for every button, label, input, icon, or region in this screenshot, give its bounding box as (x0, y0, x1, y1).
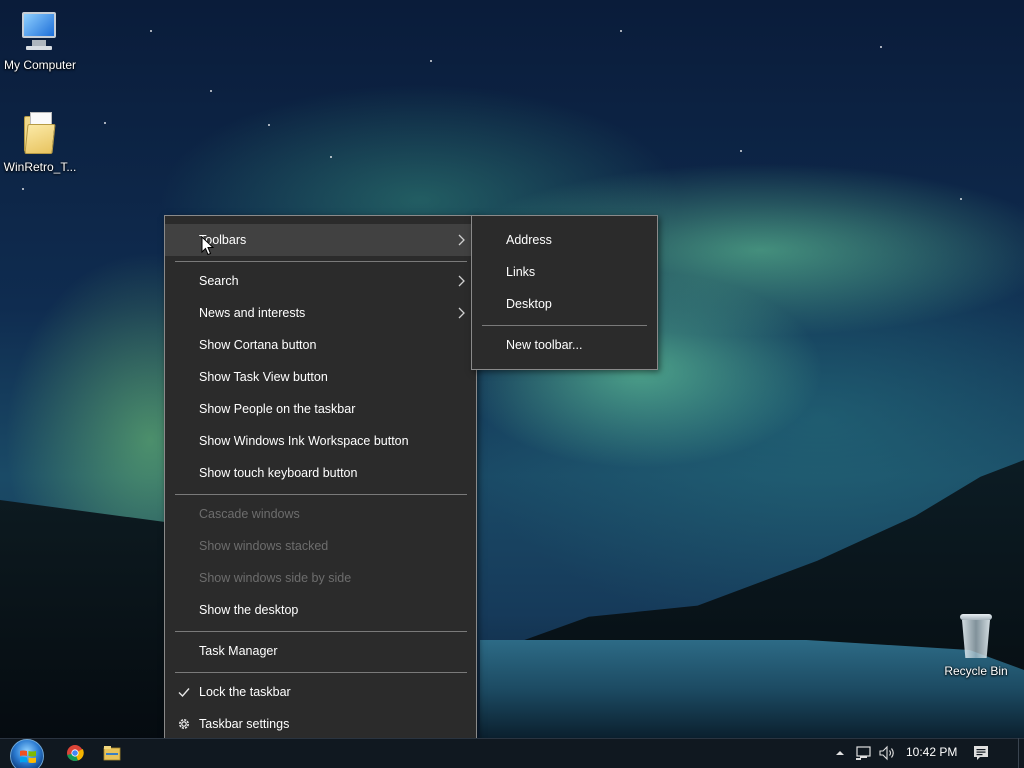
menu-item-label: Show People on the taskbar (199, 402, 356, 416)
wallpaper-star (620, 30, 622, 32)
menu-item-label: New toolbar... (506, 338, 583, 352)
menu-separator (482, 325, 647, 326)
menu-item-show-cortana-button[interactable]: Show Cortana button (165, 329, 476, 361)
menu-item-label: Taskbar settings (199, 717, 290, 731)
menu-item-label: Desktop (506, 297, 552, 311)
menu-separator (175, 672, 467, 673)
wallpaper-star (268, 124, 270, 126)
menu-item-label: Links (506, 265, 536, 279)
taskbar-clock[interactable]: 10:42 PM (906, 745, 957, 759)
menu-item-taskbar-settings[interactable]: Taskbar settings (165, 708, 476, 740)
menu-item-label: Show windows stacked (199, 539, 329, 553)
menu-item-news-and-interests[interactable]: News and interests (165, 297, 476, 329)
menu-item-label: Show touch keyboard button (199, 466, 358, 480)
show-desktop-button[interactable] (1018, 738, 1024, 768)
wallpaper-star (150, 30, 152, 32)
desktop-icon-my-computer[interactable]: My Computer (0, 10, 80, 72)
chevron-right-icon (458, 307, 465, 319)
menu-item-show-touch-keyboard[interactable]: Show touch keyboard button (165, 457, 476, 489)
wallpaper-star (104, 122, 106, 124)
wallpaper-hill-left (0, 500, 180, 740)
menu-item-task-manager[interactable]: Task Manager (165, 635, 476, 667)
menu-item-label: Show windows side by side (199, 571, 352, 585)
menu-item-lock-the-taskbar[interactable]: Lock the taskbar (165, 676, 476, 708)
chevron-right-icon (458, 275, 465, 287)
menu-item-label: Show Windows Ink Workspace button (199, 434, 409, 448)
desktop-icon-label: My Computer (3, 58, 77, 72)
wallpaper-star (330, 156, 332, 158)
menu-separator (175, 261, 467, 262)
desktop-icon-label: WinRetro_T... (3, 160, 77, 174)
menu-item-show-windows-stacked: Show windows stacked (165, 530, 476, 562)
submenu-item-desktop[interactable]: Desktop (472, 288, 657, 320)
wallpaper-star (210, 90, 212, 92)
computer-icon (18, 10, 62, 54)
wallpaper-star (960, 198, 962, 200)
menu-item-cascade-windows: Cascade windows (165, 498, 476, 530)
menu-item-label: Show Task View button (199, 370, 328, 384)
menu-item-show-windows-ink[interactable]: Show Windows Ink Workspace button (165, 425, 476, 457)
menu-item-show-task-view-button[interactable]: Show Task View button (165, 361, 476, 393)
menu-item-label: Address (506, 233, 552, 247)
submenu-item-address[interactable]: Address (472, 224, 657, 256)
menu-item-label: Show Cortana button (199, 338, 317, 352)
menu-item-show-people[interactable]: Show People on the taskbar (165, 393, 476, 425)
windows-logo-icon (20, 750, 36, 763)
start-button[interactable] (10, 739, 44, 768)
menu-item-label: Lock the taskbar (199, 685, 291, 699)
folder-icon (20, 112, 60, 156)
submenu-item-links[interactable]: Links (472, 256, 657, 288)
desktop-icon-winretro-folder[interactable]: WinRetro_T... (0, 112, 80, 174)
menu-item-label: Cascade windows (199, 507, 300, 521)
chevron-right-icon (458, 234, 465, 246)
wallpaper-star (430, 60, 432, 62)
volume-icon[interactable] (878, 742, 896, 764)
mouse-cursor-icon (201, 236, 215, 256)
show-hidden-icons-chevron[interactable] (834, 742, 846, 764)
toolbars-submenu: Address Links Desktop New toolbar... (471, 215, 658, 370)
menu-item-search[interactable]: Search (165, 265, 476, 297)
wallpaper-star (22, 188, 24, 190)
menu-item-label: News and interests (199, 306, 306, 320)
menu-item-label: Search (199, 274, 239, 288)
menu-item-label: Show the desktop (199, 603, 299, 617)
desktop-icon-label: Recycle Bin (944, 664, 1008, 678)
network-icon[interactable] (855, 742, 873, 764)
desktop-icon-recycle-bin[interactable]: Recycle Bin (936, 612, 1016, 678)
menu-separator (175, 494, 467, 495)
file-explorer-icon[interactable] (101, 742, 123, 764)
submenu-item-new-toolbar[interactable]: New toolbar... (472, 329, 657, 361)
gear-icon (179, 719, 189, 729)
action-center-icon[interactable] (972, 742, 990, 764)
menu-item-label: Task Manager (199, 644, 278, 658)
menu-item-show-windows-side-by-side: Show windows side by side (165, 562, 476, 594)
chrome-icon[interactable] (64, 742, 86, 764)
checkmark-icon (178, 688, 190, 698)
wallpaper-star (880, 46, 882, 48)
menu-separator (175, 631, 467, 632)
wallpaper-star (740, 150, 742, 152)
recycle-bin-icon (956, 612, 996, 660)
menu-item-show-the-desktop[interactable]: Show the desktop (165, 594, 476, 626)
taskbar-context-menu: Toolbars Search News and interests Show … (164, 215, 477, 748)
